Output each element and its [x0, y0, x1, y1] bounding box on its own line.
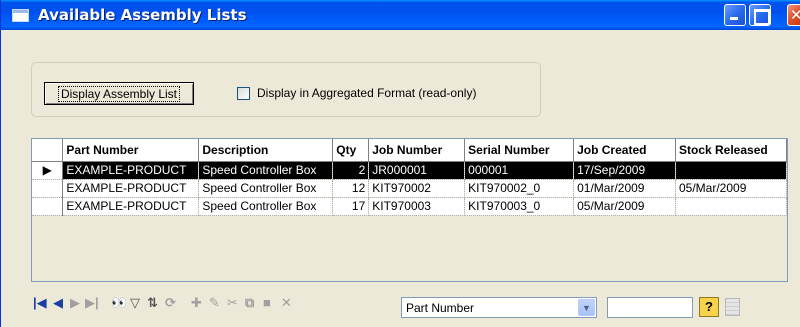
- column-header-job-number[interactable]: Job Number: [368, 139, 466, 162]
- prior-record-icon[interactable]: ◀: [53, 295, 63, 311]
- next-record-icon[interactable]: ▶: [70, 295, 80, 311]
- display-assembly-list-button[interactable]: Display Assembly List: [44, 82, 194, 105]
- row-indicator-icon: ▶: [32, 161, 64, 180]
- cut-icon[interactable]: ✂: [227, 295, 238, 311]
- table-row[interactable]: EXAMPLE-PRODUCT Speed Controller Box 17 …: [32, 197, 788, 216]
- help-icon[interactable]: ?: [699, 297, 719, 317]
- save-icon[interactable]: ■: [263, 295, 271, 310]
- cancel-icon[interactable]: ✕: [281, 295, 292, 311]
- cell-serial-number[interactable]: KIT970003_0: [464, 197, 575, 216]
- maximize-button[interactable]: [749, 4, 771, 26]
- cell-part-number[interactable]: EXAMPLE-PRODUCT: [62, 197, 200, 216]
- refresh-icon[interactable]: ⟳: [165, 295, 176, 311]
- insert-icon[interactable]: ✚: [191, 295, 202, 311]
- cell-part-number[interactable]: EXAMPLE-PRODUCT: [62, 179, 200, 198]
- grid-layout-icon[interactable]: [725, 298, 740, 316]
- grid-header-row: Part Number Description Qty Job Number S…: [32, 139, 788, 162]
- cell-part-number[interactable]: EXAMPLE-PRODUCT: [62, 161, 200, 180]
- window-title: Available Assembly Lists: [38, 6, 247, 24]
- cell-job-number[interactable]: JR000001: [368, 161, 466, 180]
- cell-description[interactable]: Speed Controller Box: [198, 197, 334, 216]
- cell-serial-number[interactable]: KIT970002_0: [464, 179, 575, 198]
- column-header-qty[interactable]: Qty: [332, 139, 370, 162]
- table-row[interactable]: ▶ EXAMPLE-PRODUCT Speed Controller Box 2…: [32, 161, 788, 180]
- search-input[interactable]: [607, 297, 693, 318]
- cell-serial-number[interactable]: 000001: [464, 161, 575, 180]
- cell-stock-released[interactable]: 05/Mar/2009: [675, 179, 788, 198]
- cell-job-created[interactable]: 05/Mar/2009: [573, 197, 676, 216]
- cell-job-number[interactable]: KIT970003: [368, 197, 466, 216]
- cell-qty[interactable]: 12: [332, 179, 370, 198]
- sort-icon[interactable]: ⇅: [147, 295, 158, 311]
- aggregated-format-checkbox[interactable]: [237, 87, 250, 100]
- search-field-select[interactable]: Part Number ▼: [401, 297, 597, 318]
- row-indicator: [32, 179, 64, 198]
- chevron-down-icon[interactable]: ▼: [578, 299, 595, 316]
- copy-icon[interactable]: ⧉: [245, 295, 254, 311]
- cell-stock-released[interactable]: [675, 161, 788, 180]
- close-button[interactable]: [787, 4, 800, 26]
- window-icon: [12, 9, 29, 22]
- last-record-icon[interactable]: ▶|: [85, 295, 99, 311]
- assembly-lists-window: Available Assembly Lists Display Assembl…: [0, 0, 800, 327]
- first-record-icon[interactable]: |◀: [33, 295, 47, 311]
- grid-corner: [32, 139, 64, 162]
- binoculars-icon[interactable]: 👀: [111, 295, 127, 311]
- title-bar[interactable]: Available Assembly Lists: [1, 0, 800, 30]
- display-assembly-list-label: Display Assembly List: [57, 85, 181, 102]
- aggregated-format-label: Display in Aggregated Format (read-only): [257, 86, 477, 100]
- assembly-grid[interactable]: Part Number Description Qty Job Number S…: [31, 138, 788, 282]
- column-header-part-number[interactable]: Part Number: [62, 139, 200, 162]
- column-header-stock-released[interactable]: Stock Released: [675, 139, 788, 162]
- column-header-serial-number[interactable]: Serial Number: [464, 139, 575, 162]
- table-row[interactable]: EXAMPLE-PRODUCT Speed Controller Box 12 …: [32, 179, 788, 198]
- row-indicator: [32, 197, 64, 216]
- minimize-button[interactable]: [724, 4, 746, 26]
- column-header-job-created[interactable]: Job Created: [573, 139, 676, 162]
- column-header-description[interactable]: Description: [198, 139, 334, 162]
- edit-icon[interactable]: ✎: [209, 295, 220, 311]
- cell-job-created[interactable]: 01/Mar/2009: [573, 179, 676, 198]
- cell-stock-released[interactable]: [675, 197, 788, 216]
- cell-description[interactable]: Speed Controller Box: [198, 179, 334, 198]
- search-field-value: Part Number: [406, 301, 475, 315]
- cell-job-created[interactable]: 17/Sep/2009: [573, 161, 676, 180]
- cell-description[interactable]: Speed Controller Box: [198, 161, 334, 180]
- cell-job-number[interactable]: KIT970002: [368, 179, 466, 198]
- cell-qty[interactable]: 17: [332, 197, 370, 216]
- cell-qty[interactable]: 2: [332, 161, 370, 180]
- filter-icon[interactable]: ▽: [130, 295, 140, 311]
